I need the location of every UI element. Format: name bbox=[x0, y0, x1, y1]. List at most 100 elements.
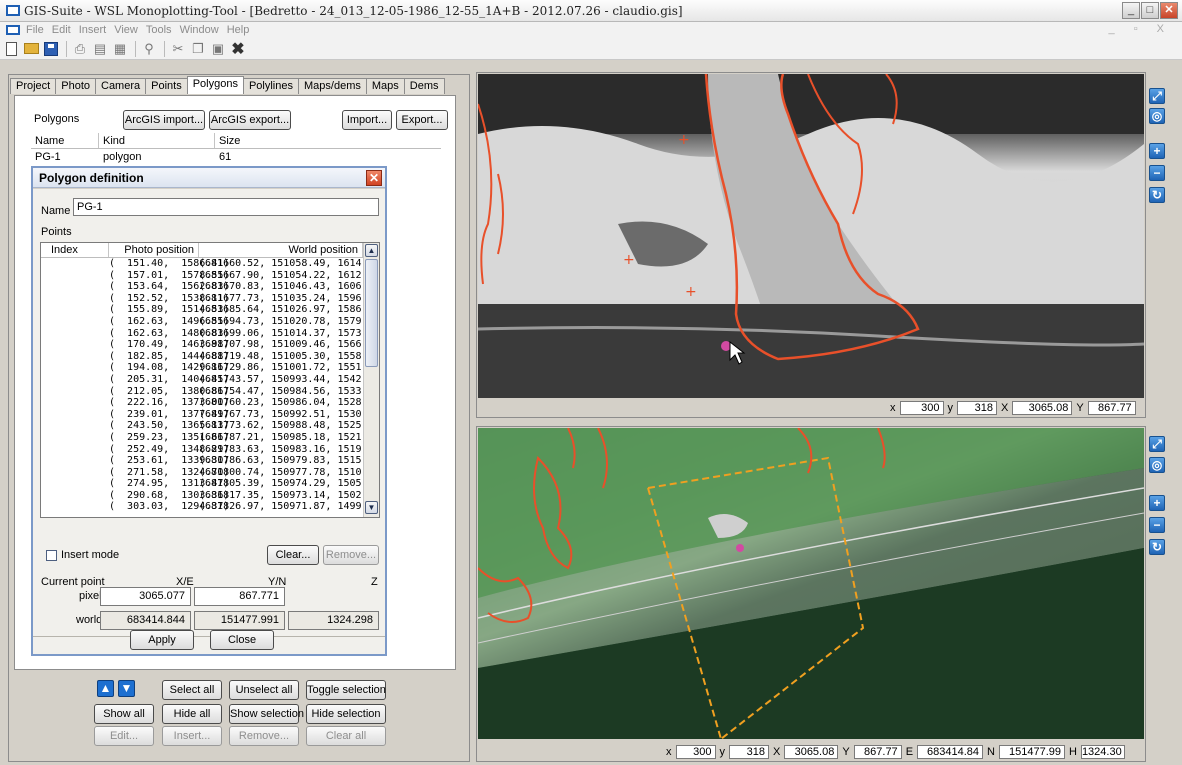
orthophoto-map[interactable] bbox=[478, 428, 1144, 739]
tab-maps[interactable]: Maps bbox=[365, 78, 405, 94]
point-row[interactable]: ( 152.52, 1538.11) (681677.73, 151035.24,… bbox=[41, 293, 379, 305]
maximize-button[interactable]: □ bbox=[1141, 2, 1159, 19]
menu-tools[interactable]: Tools bbox=[146, 24, 172, 36]
unselect-all-button[interactable]: Unselect all bbox=[229, 680, 299, 700]
close-button[interactable]: ✕ bbox=[1160, 2, 1178, 19]
edit-button[interactable]: Edit... bbox=[94, 726, 154, 746]
remove-button[interactable]: Remove... bbox=[229, 726, 299, 746]
hide-selection-button[interactable]: Hide selection bbox=[306, 704, 386, 724]
column-kind[interactable]: Kind bbox=[99, 133, 215, 148]
zoom-in-icon[interactable]: + bbox=[1149, 143, 1165, 159]
minimize-button[interactable]: _ bbox=[1122, 2, 1140, 19]
open-icon[interactable] bbox=[22, 40, 40, 58]
point-row[interactable]: ( 162.63, 1496.55) (681694.73, 151020.78,… bbox=[41, 316, 379, 328]
map-zoom-extent-icon[interactable]: ⤢ bbox=[1149, 436, 1165, 452]
show-all-button[interactable]: Show all bbox=[94, 704, 154, 724]
name-input[interactable]: PG-1 bbox=[73, 198, 379, 216]
tab-camera[interactable]: Camera bbox=[95, 78, 147, 94]
arcgis-export-button[interactable]: ArcGIS export... bbox=[209, 110, 291, 130]
zoom-target-icon[interactable]: ◎ bbox=[1149, 108, 1165, 124]
point-row[interactable]: ( 303.03, 1294.37) (681826.97, 150971.87,… bbox=[41, 501, 379, 513]
arcgis-import-button[interactable]: ArcGIS import... bbox=[123, 110, 205, 130]
oblique-photo[interactable]: + + + bbox=[478, 74, 1144, 398]
toggle-selection-button[interactable]: Toggle selection bbox=[306, 680, 386, 700]
point-row[interactable]: ( 243.50, 1365.13) (681773.62, 150988.48,… bbox=[41, 420, 379, 432]
point-row[interactable]: ( 212.05, 1380.86) (681754.47, 150984.56,… bbox=[41, 386, 379, 398]
point-row[interactable]: ( 259.23, 1351.66) (681787.21, 150985.18,… bbox=[41, 432, 379, 444]
show-selection-button[interactable]: Show selection bbox=[229, 704, 304, 724]
dialog-close-button[interactable]: Close bbox=[210, 630, 274, 650]
point-row[interactable]: ( 157.01, 1578.55) (681667.90, 151054.22,… bbox=[41, 270, 379, 282]
refresh-icon[interactable]: ↻ bbox=[1149, 187, 1165, 203]
move-up-icon[interactable]: ▲ bbox=[97, 680, 114, 697]
points-scrollbar[interactable]: ▲ ▼ bbox=[363, 243, 379, 517]
point-row[interactable]: ( 290.68, 1303.36) (681817.35, 150973.14,… bbox=[41, 490, 379, 502]
mdi-window-icon[interactable] bbox=[6, 25, 20, 35]
insert-button[interactable]: Insert... bbox=[162, 726, 222, 746]
tab-polygons[interactable]: Polygons bbox=[186, 76, 244, 94]
menu-window[interactable]: Window bbox=[180, 24, 219, 36]
column-index[interactable]: Index bbox=[41, 243, 109, 257]
copy-icon[interactable]: ❐ bbox=[189, 40, 207, 58]
column-size[interactable]: Size bbox=[215, 133, 273, 148]
point-row[interactable]: ( 252.49, 1348.29) (681783.63, 150983.16,… bbox=[41, 444, 379, 456]
remove-point-button[interactable]: Remove... bbox=[323, 545, 379, 565]
scroll-thumb[interactable] bbox=[365, 259, 378, 367]
clear-button[interactable]: Clear... bbox=[267, 545, 319, 565]
point-row[interactable]: ( 153.64, 1562.83) (681670.83, 151046.43,… bbox=[41, 281, 379, 293]
map-zoom-target-icon[interactable]: ◎ bbox=[1149, 457, 1165, 473]
zoom-extent-icon[interactable]: ⤢ bbox=[1149, 88, 1165, 104]
point-row[interactable]: ( 170.49, 1463.98) (681707.98, 151009.46,… bbox=[41, 339, 379, 351]
select-all-button[interactable]: Select all bbox=[162, 680, 222, 700]
point-row[interactable]: ( 239.01, 1377.49) (681767.73, 150992.51,… bbox=[41, 409, 379, 421]
paste-icon[interactable]: ▣ bbox=[209, 40, 227, 58]
table-row[interactable]: PG-1 polygon 61 bbox=[31, 150, 441, 164]
menu-view[interactable]: View bbox=[114, 24, 138, 36]
point-row[interactable]: ( 271.58, 1324.70) (681800.74, 150977.78,… bbox=[41, 467, 379, 479]
scroll-up-icon[interactable]: ▲ bbox=[365, 244, 378, 257]
column-world-position[interactable]: World position bbox=[199, 243, 363, 257]
import-button[interactable]: Import... bbox=[342, 110, 392, 130]
tab-photo[interactable]: Photo bbox=[55, 78, 96, 94]
dialog-close-icon[interactable]: ✕ bbox=[366, 170, 382, 186]
map-zoom-out-icon[interactable]: − bbox=[1149, 517, 1165, 533]
save-icon[interactable] bbox=[42, 40, 60, 58]
point-row[interactable]: ( 162.63, 1480.83) (681699.06, 151014.37,… bbox=[41, 328, 379, 340]
point-row[interactable]: ( 205.31, 1404.45) (681743.57, 150993.44,… bbox=[41, 374, 379, 386]
move-down-icon[interactable]: ▼ bbox=[118, 680, 135, 697]
pixel-x-field[interactable]: 3065.077 bbox=[100, 587, 191, 606]
menu-edit[interactable]: Edit bbox=[52, 24, 71, 36]
mdi-controls[interactable]: _ ▫ X bbox=[1109, 23, 1172, 35]
scroll-down-icon[interactable]: ▼ bbox=[365, 501, 378, 514]
zoom-out-icon[interactable]: − bbox=[1149, 165, 1165, 181]
delete-icon[interactable]: ✖ bbox=[229, 40, 247, 58]
document-icon[interactable]: ▦ bbox=[111, 40, 129, 58]
new-icon[interactable] bbox=[2, 40, 20, 58]
hide-all-button[interactable]: Hide all bbox=[162, 704, 222, 724]
print-preview-icon[interactable]: ▤ bbox=[91, 40, 109, 58]
point-row[interactable]: ( 155.89, 1514.53) (681685.64, 151026.97,… bbox=[41, 304, 379, 316]
export-button[interactable]: Export... bbox=[396, 110, 448, 130]
point-row[interactable]: ( 253.61, 1339.30) (681786.63, 150979.83,… bbox=[41, 455, 379, 467]
column-photo-position[interactable]: Photo position bbox=[109, 243, 199, 257]
tab-polylines[interactable]: Polylines bbox=[242, 78, 299, 94]
clear-all-button[interactable]: Clear all bbox=[306, 726, 386, 746]
map-zoom-in-icon[interactable]: + bbox=[1149, 495, 1165, 511]
print-icon[interactable]: ⎙ bbox=[71, 40, 89, 58]
tab-project[interactable]: Project bbox=[10, 78, 57, 94]
point-row[interactable]: ( 274.95, 1313.47) (681805.39, 150974.29,… bbox=[41, 478, 379, 490]
zoom-icon[interactable]: ⚲ bbox=[140, 40, 158, 58]
menu-insert[interactable]: Insert bbox=[79, 24, 107, 36]
tab-points[interactable]: Points bbox=[145, 78, 188, 94]
point-row[interactable]: ( 151.40, 1586.41) (681660.52, 151058.49,… bbox=[41, 258, 379, 270]
insert-mode-checkbox[interactable] bbox=[46, 550, 57, 561]
tab-maps-dems[interactable]: Maps/dems bbox=[298, 78, 367, 94]
point-row[interactable]: ( 222.16, 1373.00) (681760.23, 150986.04,… bbox=[41, 397, 379, 409]
point-row[interactable]: ( 182.85, 1444.88) (681719.48, 151005.30,… bbox=[41, 351, 379, 363]
map-refresh-icon[interactable]: ↻ bbox=[1149, 539, 1165, 555]
apply-button[interactable]: Apply bbox=[130, 630, 194, 650]
pixel-y-field[interactable]: 867.771 bbox=[194, 587, 285, 606]
menu-help[interactable]: Help bbox=[227, 24, 250, 36]
tab-dems[interactable]: Dems bbox=[403, 78, 445, 94]
column-name[interactable]: Name bbox=[31, 133, 99, 148]
